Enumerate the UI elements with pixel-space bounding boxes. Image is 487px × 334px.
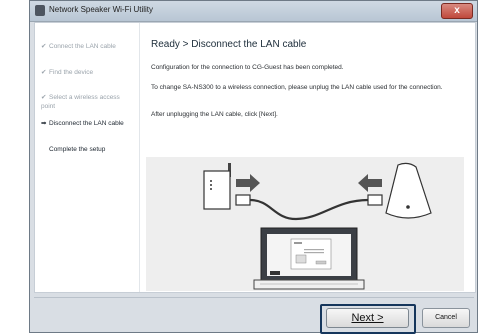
window-title: Network Speaker Wi-Fi Utility [49,5,154,14]
illustration-svg [203,162,432,290]
step-select-access-point: ✔ Select a wireless access point [41,93,127,111]
step-label: Select a wireless access point [41,94,120,110]
disconnect-cable-illustration [146,157,464,291]
cancel-button[interactable]: Cancel [422,308,470,328]
title-bar[interactable]: Network Speaker Wi-Fi Utility x [30,1,477,22]
checkmark-icon: ✔ [41,69,47,76]
arrow-right-icon [236,174,260,192]
unplug-instruction: To change SA-NS300 to a wireless connect… [151,84,443,91]
step-connect-lan-cable: ✔ Connect the LAN cable [41,42,137,51]
app-window: Network Speaker Wi-Fi Utility x ✔ Connect… [29,0,478,334]
step-find-device: ✔ Find the device [41,68,137,77]
close-button[interactable]: x [441,3,473,19]
checkmark-icon: ✔ [41,43,47,50]
speaker-app-icon [35,5,45,16]
wizard-client-area: ✔ Connect the LAN cable ✔ Find the device … [34,22,476,293]
wizard-footer: Next > Cancel [34,293,474,334]
arrow-left-icon [358,174,382,192]
checkmark-icon: ✔ [41,94,47,101]
page-title: Ready > Disconnect the LAN cable [151,39,307,50]
next-button-label: Next > [351,312,384,324]
next-instruction: After unplugging the LAN cable, click [N… [151,111,278,118]
arrow-right-icon: ➡ [41,120,47,127]
speaker-icon [385,162,432,219]
step-label: Disconnect the LAN cable [49,120,124,127]
step-complete-setup: Complete the setup [49,145,145,154]
step-label: Find the device [49,69,94,76]
steps-sidebar: ✔ Connect the LAN cable ✔ Find the device … [35,23,140,292]
step-label: Complete the setup [49,146,106,153]
laptop-icon [253,227,365,290]
completed-message: Configuration for the connection to CG-G… [151,64,344,71]
lan-cable-icon [235,194,383,221]
step-label: Connect the LAN cable [49,43,116,50]
footer-divider [34,297,474,298]
next-button[interactable]: Next > [326,308,409,328]
router-icon [203,163,231,210]
close-icon: x [454,5,460,16]
step-disconnect-lan-cable: ➡ Disconnect the LAN cable [41,119,137,128]
main-panel: Ready > Disconnect the LAN cable Configu… [146,23,473,292]
